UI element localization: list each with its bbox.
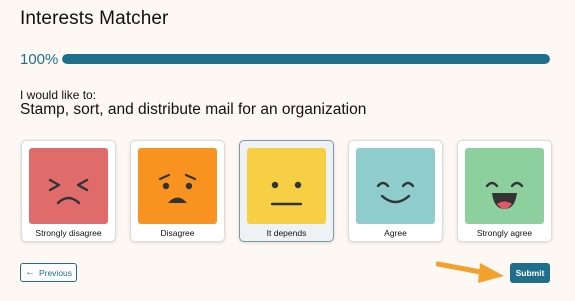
smile-face-icon bbox=[356, 148, 435, 224]
option-label: Strongly agree bbox=[476, 228, 533, 238]
worried-face-icon bbox=[138, 148, 217, 224]
arrow-left-icon: ← bbox=[24, 266, 35, 278]
neutral-face-icon bbox=[247, 148, 326, 224]
previous-button-label: Previous bbox=[38, 267, 73, 278]
option-it-depends[interactable]: It depends bbox=[239, 140, 334, 242]
previous-button[interactable]: ← Previous bbox=[20, 263, 77, 282]
submit-button[interactable]: Submit bbox=[510, 263, 550, 283]
progress-fill bbox=[62, 54, 550, 64]
question-prompt: I would like to: bbox=[20, 88, 97, 102]
option-label: Strongly disagree bbox=[35, 228, 102, 238]
option-label: Disagree bbox=[160, 228, 195, 238]
arrow-right-icon bbox=[436, 261, 504, 283]
laughing-face-icon bbox=[465, 148, 544, 224]
page-title: Interests Matcher bbox=[20, 8, 169, 29]
option-agree[interactable]: Agree bbox=[348, 140, 443, 242]
progress-track bbox=[62, 54, 550, 64]
question-text: Stamp, sort, and distribute mail for an … bbox=[20, 101, 367, 118]
option-disagree[interactable]: Disagree bbox=[130, 140, 225, 242]
option-strongly-disagree[interactable]: Strongly disagree bbox=[21, 140, 116, 242]
progress-bar: 100% bbox=[20, 50, 550, 68]
option-strongly-agree[interactable]: Strongly agree bbox=[457, 140, 552, 242]
option-label: It depends bbox=[266, 228, 307, 238]
option-label: Agree bbox=[384, 228, 407, 238]
very-sad-face-icon bbox=[29, 148, 108, 224]
progress-label: 100% bbox=[20, 50, 59, 68]
answer-options: Strongly disagree Disagree It depends Ag… bbox=[21, 140, 552, 242]
